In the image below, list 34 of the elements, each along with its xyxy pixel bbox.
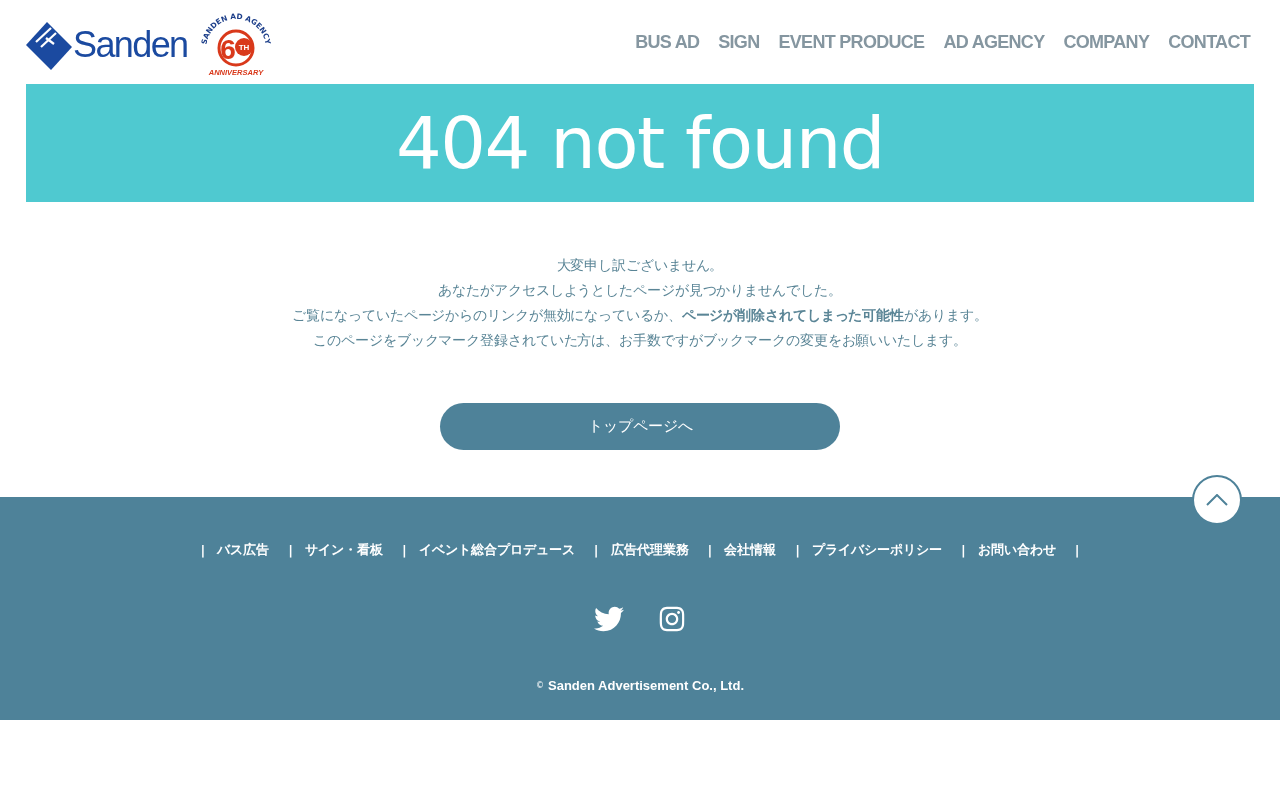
message-text: ご覧になっていたページからのリンクが無効になっているか、ページが削除されてしまった可能性があります。 xyxy=(292,306,988,325)
nav-link[interactable]: AD AGENCY xyxy=(943,31,1045,53)
nav-link[interactable]: CONTACT xyxy=(1168,31,1250,53)
footer-link[interactable]: イベント総合プロデュース xyxy=(418,541,575,559)
separator-text: | xyxy=(1074,542,1080,558)
chevron-up-icon xyxy=(1206,494,1228,506)
separator-text: | xyxy=(200,542,206,558)
footer-link[interactable]: サイン・看板 xyxy=(305,541,383,559)
separator-text: | xyxy=(795,542,800,558)
message-text: あなたがアクセスしようとしたページが見つかりませんでした。 xyxy=(438,281,842,300)
page-title: 404 not found xyxy=(396,107,884,179)
separator-text: | xyxy=(961,542,966,558)
logo-mark-icon xyxy=(26,20,72,70)
copyright-text: Sanden Advertisement Co., Ltd. xyxy=(548,678,744,693)
footer-link[interactable]: バス広告 xyxy=(217,541,270,559)
message-text: このページをブックマーク登録されていた方は、お手数ですがブックマークの変更をお願いいたします。 xyxy=(313,331,967,350)
copyright-mark: © xyxy=(536,681,544,690)
nav-link[interactable]: COMPANY xyxy=(1063,31,1150,53)
separator-text: | xyxy=(593,542,599,558)
top-page-button[interactable]: トップページへ xyxy=(440,403,840,450)
camera-icon[interactable] xyxy=(658,605,686,633)
bird-icon[interactable] xyxy=(594,604,624,634)
logo-wordmark: Sanden xyxy=(73,27,188,63)
footer-link[interactable]: 会社情報 xyxy=(724,541,777,559)
separator-text: | xyxy=(707,542,713,558)
footer-link[interactable]: お問い合わせ xyxy=(977,541,1056,559)
message-text: 大変申し訳ございません。 xyxy=(556,256,724,275)
nav-link[interactable]: EVENT PRODUCE xyxy=(778,31,925,53)
footer-link[interactable]: 広告代理業務 xyxy=(610,541,689,559)
separator-text: | xyxy=(402,542,407,558)
nav-link[interactable]: SIGN xyxy=(718,31,760,53)
separator-text: | xyxy=(288,542,293,558)
footer-link[interactable]: プライバシーポリシー xyxy=(812,541,942,559)
nav-link[interactable]: BUS AD xyxy=(635,31,700,53)
